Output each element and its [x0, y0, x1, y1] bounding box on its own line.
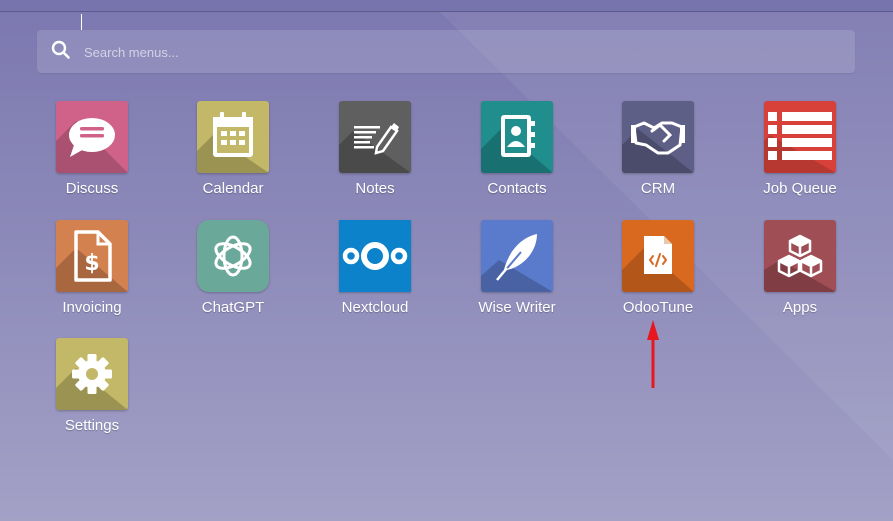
app-label: Contacts: [487, 180, 547, 197]
app-label: ChatGPT: [201, 299, 265, 316]
app-invoicing[interactable]: $ Invoicing: [37, 220, 147, 320]
app-chatgpt[interactable]: ChatGPT: [178, 220, 288, 320]
app-crm[interactable]: CRM: [603, 101, 713, 201]
search-input[interactable]: [81, 30, 846, 75]
handshake-icon: [622, 101, 694, 173]
app-wise-writer[interactable]: Wise Writer: [462, 220, 572, 320]
app-label: CRM: [640, 180, 676, 197]
text-caret: [81, 14, 82, 30]
app-label: Invoicing: [62, 299, 122, 316]
search-icon: [51, 40, 70, 59]
app-apps[interactable]: Apps: [745, 220, 855, 320]
app-label: Discuss: [65, 180, 119, 197]
feather-icon: [481, 220, 553, 292]
app-discuss[interactable]: Discuss: [37, 101, 147, 201]
list-icon: [764, 101, 836, 173]
calendar-icon: [197, 101, 269, 173]
app-calendar[interactable]: Calendar: [178, 101, 288, 201]
code-file-icon: [622, 220, 694, 292]
gear-icon: [56, 338, 128, 410]
svg-text:$: $: [84, 251, 99, 276]
openai-logo-icon: [197, 220, 269, 292]
red-arrow-icon: [647, 320, 659, 388]
app-nextcloud[interactable]: Nextcloud: [320, 220, 430, 320]
top-bar: [0, 0, 893, 12]
app-settings[interactable]: Settings: [37, 338, 147, 438]
app-label: Calendar: [202, 180, 264, 197]
notes-pen-icon: [339, 101, 411, 173]
app-label: Job Queue: [763, 180, 837, 197]
app-job-queue[interactable]: Job Queue: [745, 101, 855, 201]
app-notes[interactable]: Notes: [320, 101, 430, 201]
app-label: Settings: [64, 417, 120, 434]
app-label: Wise Writer: [478, 299, 556, 316]
app-contacts[interactable]: Contacts: [462, 101, 572, 201]
app-label: Notes: [355, 180, 395, 197]
app-label: OdooTune: [622, 299, 694, 316]
search-bar[interactable]: [37, 30, 855, 75]
address-book-icon: [481, 101, 553, 173]
invoice-dollar-icon: $: [56, 220, 128, 292]
nextcloud-logo-icon: [339, 220, 411, 292]
app-label: Nextcloud: [341, 299, 409, 316]
app-odootune[interactable]: OdooTune: [603, 220, 713, 320]
chat-bubble-icon: [56, 101, 128, 173]
app-label: Apps: [782, 299, 818, 316]
cubes-icon: [764, 220, 836, 292]
